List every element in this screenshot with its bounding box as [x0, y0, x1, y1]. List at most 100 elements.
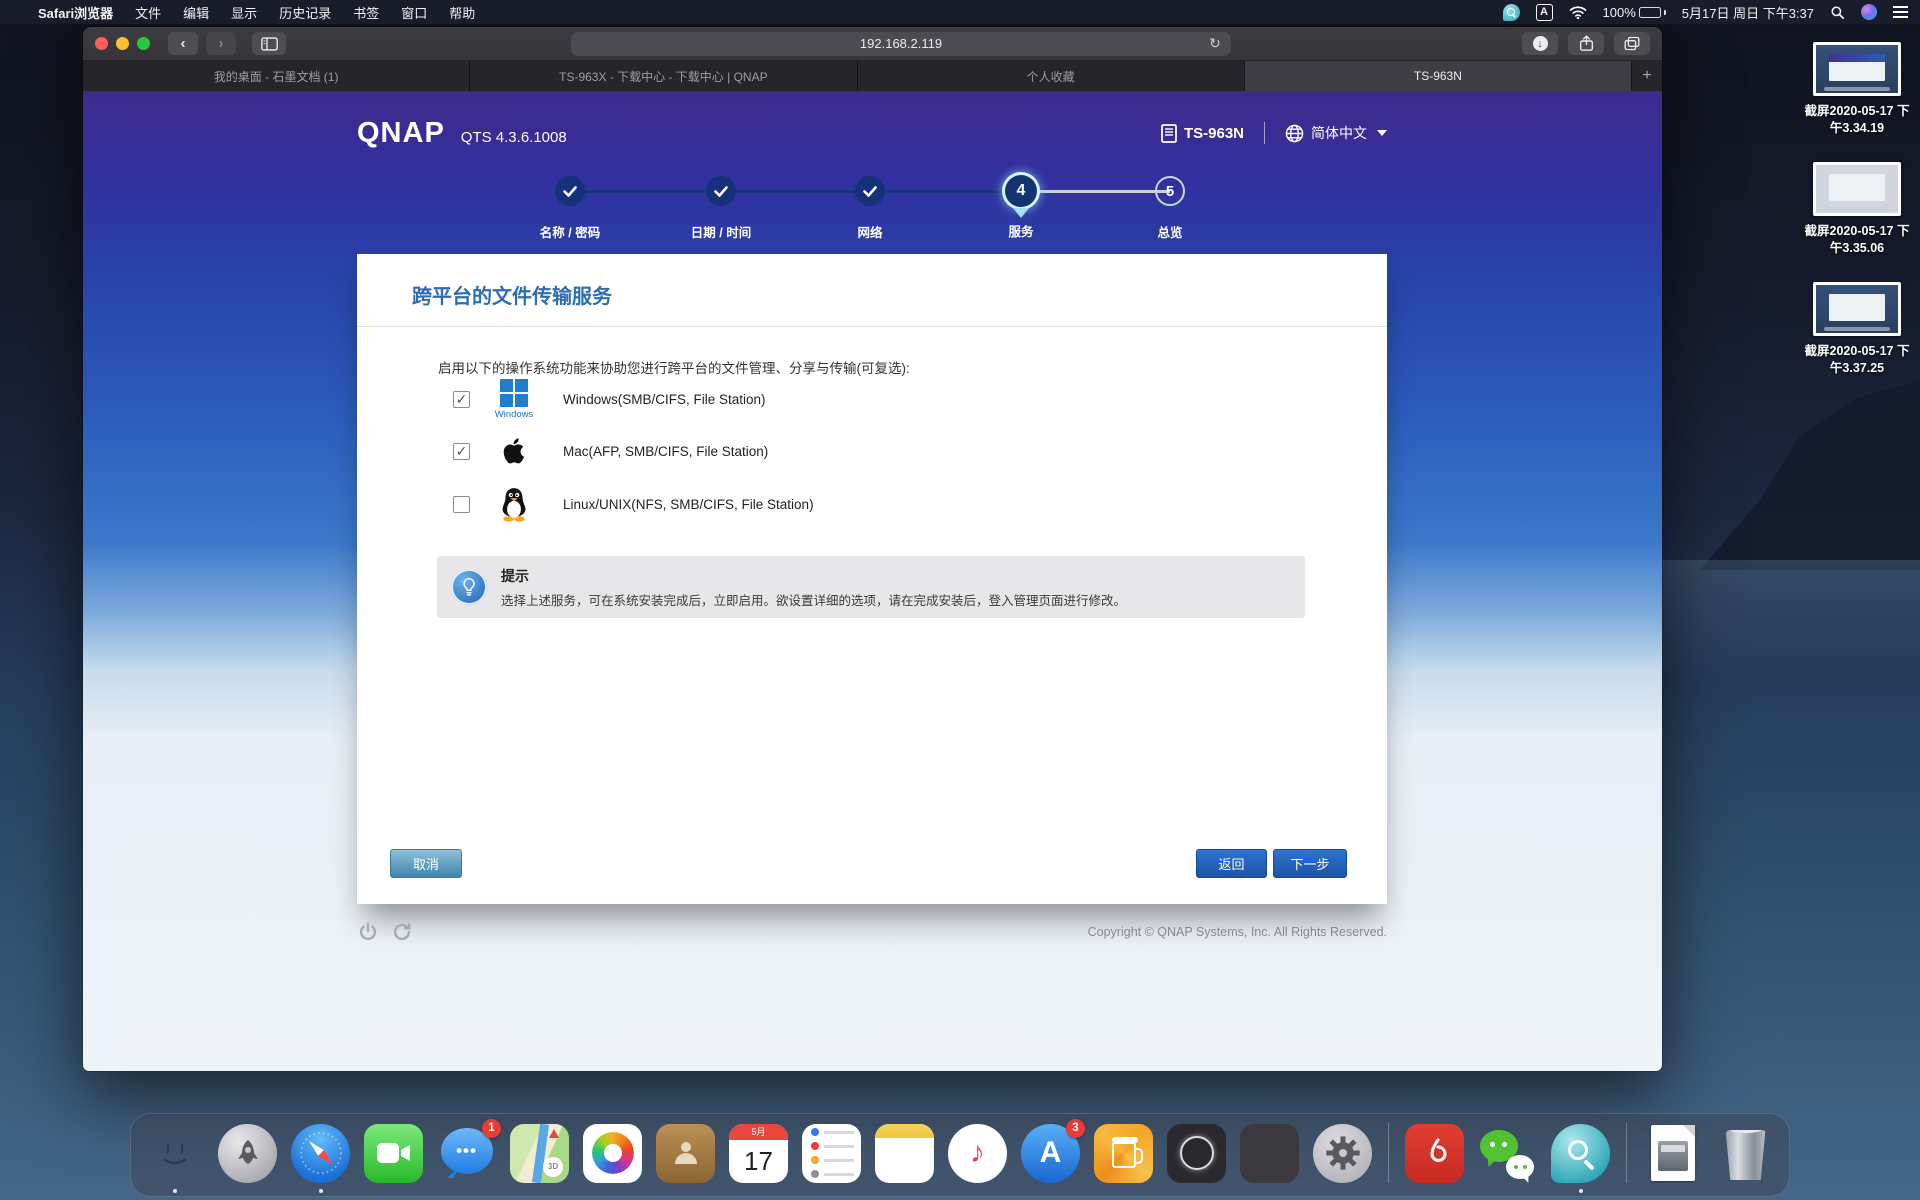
tab-overview-button[interactable]: [1614, 32, 1650, 55]
tab-ts963n-active[interactable]: TS-963N: [1245, 61, 1632, 91]
reload-icon[interactable]: ↻: [1206, 35, 1224, 53]
cancel-button[interactable]: 取消: [390, 849, 462, 878]
minimize-window-button[interactable]: [116, 37, 129, 50]
safari-toolbar: ‹ › 192.168.2.119 ↻ ↓: [83, 27, 1662, 61]
forward-button[interactable]: ›: [206, 32, 236, 55]
dock-safari[interactable]: [291, 1124, 350, 1183]
desktop-icon-screenshot-2[interactable]: 截屏2020-05-17 下午3.35.06: [1782, 162, 1920, 257]
desktop: Safari浏览器 文件 编辑 显示 历史记录 书签 窗口 帮助 A 100% …: [0, 0, 1920, 1200]
menu-file[interactable]: 文件: [135, 3, 161, 22]
qnap-setup-page: QNAP QTS 4.3.6.1008 TS-963N 简体中文: [83, 91, 1663, 1072]
menu-view[interactable]: 显示: [231, 3, 257, 22]
dock-messages[interactable]: ••• 1: [437, 1124, 496, 1183]
step-network: 网络: [810, 91, 930, 241]
tip-title: 提示: [501, 566, 1126, 586]
close-window-button[interactable]: [95, 37, 108, 50]
menu-bar-clock[interactable]: 5月17日 周日 下午3:37: [1682, 3, 1814, 22]
menu-app-name[interactable]: Safari浏览器: [38, 3, 113, 22]
power-icon[interactable]: [357, 921, 379, 943]
dock-system-preferences[interactable]: [1313, 1124, 1372, 1183]
step-services-active: 4 服务: [961, 91, 1081, 240]
setup-wizard-steps: 名称 / 密码 日期 / 时间 网络 4 服务 5 总览: [83, 91, 1663, 251]
wifi-icon[interactable]: [1569, 3, 1587, 21]
menu-window[interactable]: 窗口: [401, 3, 427, 22]
notification-center-icon[interactable]: [1893, 3, 1908, 21]
tab-favorites[interactable]: 个人收藏: [858, 61, 1245, 91]
screenshot-thumbnail: [1813, 42, 1901, 96]
option-linux[interactable]: Linux/UNIX(NFS, SMB/CIFS, File Station): [438, 482, 1238, 526]
dock-beer-app[interactable]: [1094, 1124, 1153, 1183]
lightbulb-icon: [451, 569, 487, 605]
card-description: 启用以下的操作系统功能来协助您进行跨平台的文件管理、分享与传输(可复选):: [438, 357, 1387, 377]
sidebar-toggle-button[interactable]: [252, 32, 286, 55]
apple-logo-icon: [491, 429, 537, 473]
share-button[interactable]: [1568, 32, 1604, 55]
menu-edit[interactable]: 编辑: [183, 3, 209, 22]
dock-app-store[interactable]: A 3: [1021, 1124, 1080, 1183]
dock-maps[interactable]: 3D: [510, 1124, 569, 1183]
dock-wechat[interactable]: [1478, 1124, 1537, 1183]
linux-checkbox[interactable]: [453, 496, 470, 513]
dock-notes[interactable]: [875, 1124, 934, 1183]
dock-netease-music[interactable]: [1405, 1124, 1464, 1183]
new-tab-button[interactable]: +: [1632, 61, 1662, 91]
back-button[interactable]: ‹: [168, 32, 198, 55]
back-step-button[interactable]: 返回: [1196, 849, 1267, 878]
linux-tux-icon: [491, 482, 537, 526]
menu-bookmarks[interactable]: 书签: [353, 3, 379, 22]
dock-ring-app[interactable]: [1167, 1124, 1226, 1183]
safari-window: ‹ › 192.168.2.119 ↻ ↓: [82, 26, 1663, 1072]
option-label: Windows(SMB/CIFS, File Station): [563, 392, 766, 407]
qnap-footer: Copyright © QNAP Systems, Inc. All Right…: [357, 921, 1387, 943]
wallpaper-sea: [1660, 560, 1920, 680]
input-method-icon[interactable]: A: [1536, 4, 1553, 21]
search-bubble-status-icon[interactable]: [1503, 3, 1520, 21]
menu-bar: Safari浏览器 文件 编辑 显示 历史记录 书签 窗口 帮助 A 100% …: [0, 0, 1920, 24]
dock: ••• 1 3D 5月 17: [130, 1113, 1790, 1197]
dock-search-bubble-app[interactable]: [1551, 1124, 1610, 1183]
windows-checkbox[interactable]: ✓: [453, 391, 470, 408]
dock-facetime[interactable]: [364, 1124, 423, 1183]
app-store-badge: 3: [1066, 1119, 1085, 1138]
downloads-button[interactable]: ↓: [1522, 32, 1558, 55]
step-date-time: 日期 / 时间: [661, 91, 781, 241]
desktop-icon-screenshot-1[interactable]: 截屏2020-05-17 下午3.34.19: [1782, 42, 1920, 137]
next-step-button[interactable]: 下一步: [1273, 849, 1347, 878]
dock-launchpad[interactable]: [218, 1124, 277, 1183]
desktop-icon-screenshot-3[interactable]: 截屏2020-05-17 下午3.37.25: [1782, 282, 1920, 377]
dock-contacts[interactable]: [656, 1124, 715, 1183]
option-mac[interactable]: ✓ Mac(AFP, SMB/CIFS, File Station): [438, 429, 1238, 473]
messages-badge: 1: [482, 1119, 501, 1138]
menu-help[interactable]: 帮助: [449, 3, 475, 22]
tip-body: 选择上述服务，可在系统安装完成后，立即启用。欲设置详细的选项，请在完成安装后，登…: [501, 590, 1126, 609]
dock-trash[interactable]: [1716, 1124, 1775, 1183]
option-windows[interactable]: ✓ Windows Windows(SMB/CIFS, File Station…: [438, 377, 1238, 421]
step-name-password: 名称 / 密码: [510, 91, 630, 241]
tab-download-center[interactable]: TS-963X - 下载中心 - 下载中心 | QNAP: [470, 61, 857, 91]
mac-checkbox[interactable]: ✓: [453, 443, 470, 460]
dock-installer-file[interactable]: [1643, 1124, 1702, 1183]
spotlight-icon[interactable]: [1830, 3, 1845, 21]
card-title: 跨平台的文件传输服务: [357, 254, 1387, 327]
siri-icon[interactable]: [1861, 4, 1877, 20]
screenshot-thumbnail: [1813, 162, 1901, 216]
tab-shimo-docs[interactable]: 我的桌面 - 石墨文档 (1): [83, 61, 470, 91]
battery-indicator[interactable]: 100% ⚡: [1603, 5, 1666, 20]
dock-photos[interactable]: [583, 1124, 642, 1183]
menu-history[interactable]: 历史记录: [279, 3, 331, 22]
battery-percent: 100%: [1603, 5, 1636, 20]
address-bar[interactable]: 192.168.2.119 ↻: [571, 32, 1231, 56]
zoom-window-button[interactable]: [137, 37, 150, 50]
option-label: Mac(AFP, SMB/CIFS, File Station): [563, 444, 768, 459]
dock-finder[interactable]: [145, 1124, 204, 1183]
tab-bar: 我的桌面 - 石墨文档 (1) TS-963X - 下载中心 - 下载中心 | …: [83, 61, 1662, 91]
refresh-icon[interactable]: [391, 921, 413, 943]
copyright-text: Copyright © QNAP Systems, Inc. All Right…: [1088, 925, 1387, 939]
url-text: 192.168.2.119: [860, 36, 942, 51]
dock-reminders[interactable]: [802, 1124, 861, 1183]
dock-calendar[interactable]: 5月 17: [729, 1124, 788, 1183]
dock-final-cut-pro[interactable]: [1240, 1124, 1299, 1183]
dock-music[interactable]: ♪: [948, 1124, 1007, 1183]
screenshot-thumbnail: [1813, 282, 1901, 336]
dock-separator: [1626, 1123, 1627, 1183]
